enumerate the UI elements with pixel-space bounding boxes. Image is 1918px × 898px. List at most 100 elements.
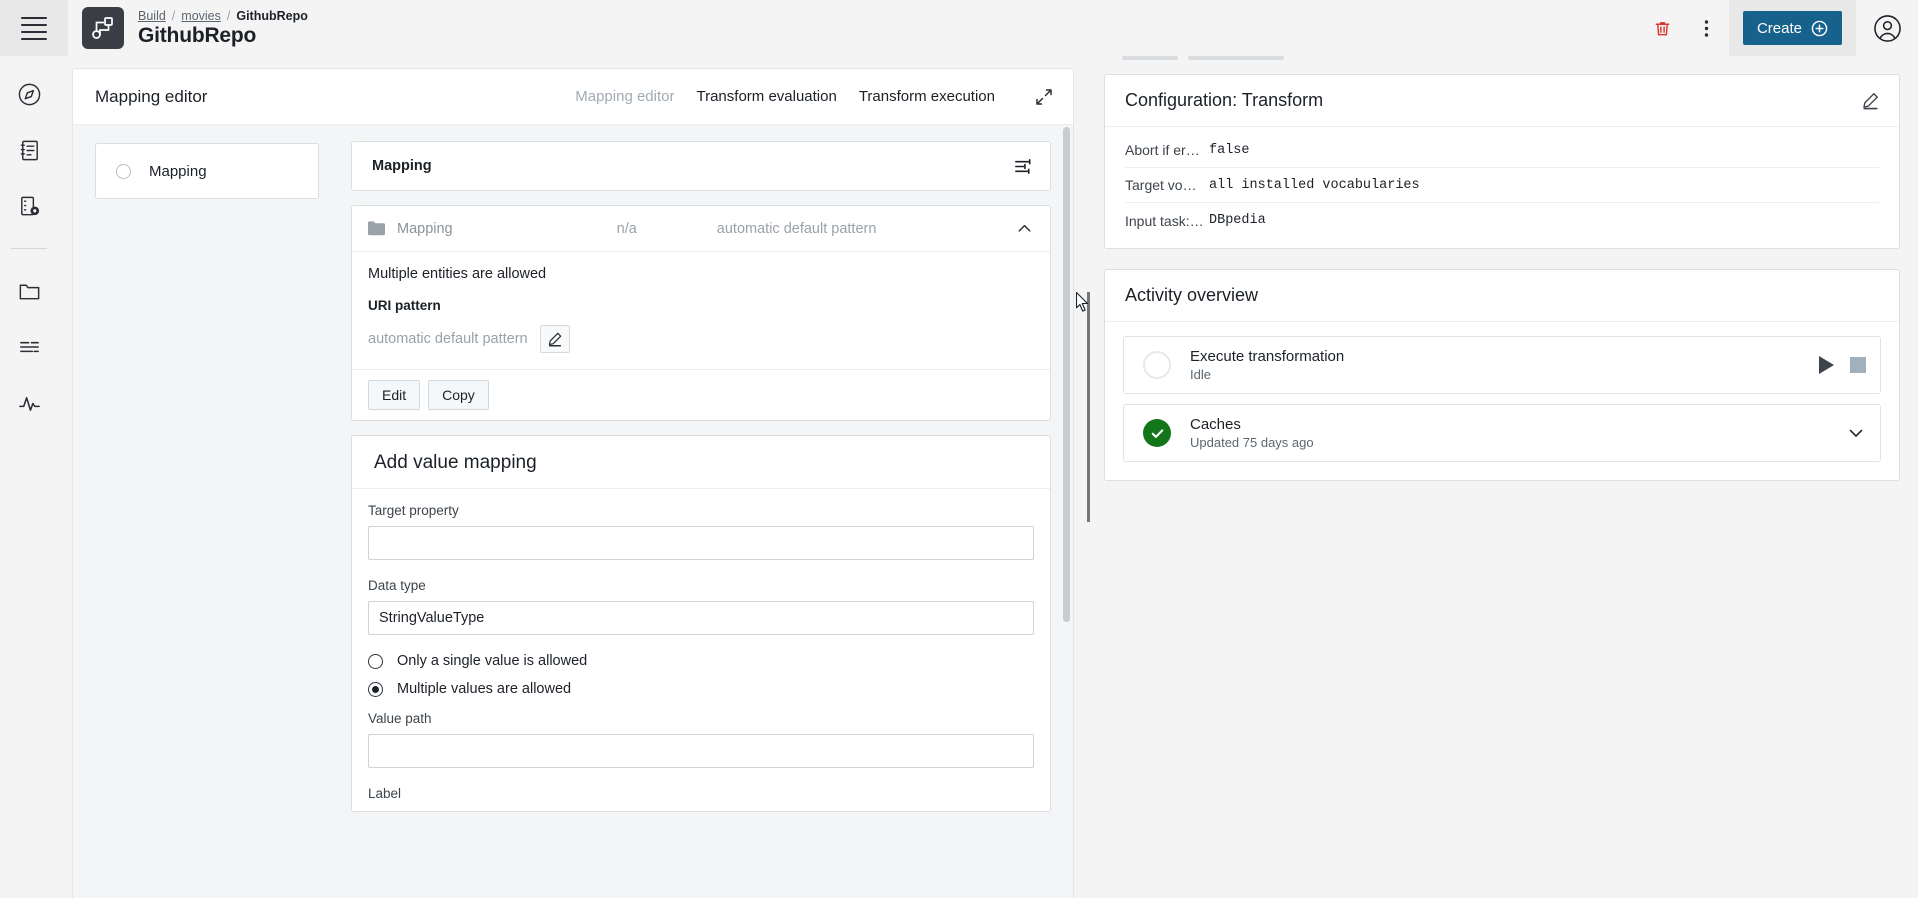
more-options-button[interactable]	[1685, 6, 1729, 50]
breadcrumb-item-movies[interactable]: movies	[181, 9, 221, 23]
transform-lines-icon	[17, 335, 42, 360]
config-row: Input task:… DBpedia	[1125, 203, 1879, 238]
brand-block: Build / movies / GithubRepo GithubRepo	[68, 7, 308, 49]
kebab-menu-icon	[1704, 19, 1709, 38]
edit-button[interactable]: Edit	[368, 380, 420, 410]
label-field-label: Label	[368, 786, 1034, 801]
pencil-icon	[547, 331, 563, 347]
sidebar-item-dataset-preview[interactable]	[9, 186, 49, 226]
server-view-icon	[17, 194, 42, 219]
data-type-input[interactable]	[368, 601, 1034, 635]
delete-button[interactable]	[1641, 6, 1685, 50]
radio-single-value[interactable]: Only a single value is allowed	[368, 653, 1034, 669]
create-zone: Create	[1729, 0, 1856, 56]
data-type-label: Data type	[368, 578, 1034, 593]
configuration-card: Configuration: Transform Abort if er… fa…	[1104, 74, 1900, 249]
mapping-panel: Mapping	[351, 141, 1051, 191]
user-menu-button[interactable]	[1856, 0, 1918, 56]
mapping-editor-header: Mapping editor Mapping editor Transform …	[73, 69, 1073, 125]
radio-single-value-control[interactable]	[368, 654, 383, 669]
activity-overview-title: Activity overview	[1125, 285, 1258, 306]
mapping-rule-pattern: automatic default pattern	[717, 221, 877, 237]
activity-name: Execute transformation	[1190, 348, 1344, 365]
edit-uri-pattern-button[interactable]	[540, 325, 570, 353]
tab-mapping-editor[interactable]: Mapping editor	[575, 88, 674, 105]
create-button-label: Create	[1757, 20, 1802, 37]
mapping-rule-panel: Mapping n/a automatic default pattern Mu…	[351, 205, 1051, 421]
expand-editor-button[interactable]	[1031, 84, 1057, 110]
ghost-button[interactable]	[1188, 56, 1284, 60]
notebook-list-icon	[17, 138, 42, 163]
mapping-editor-card: Mapping editor Mapping editor Transform …	[72, 68, 1074, 898]
radio-multiple-values[interactable]: Multiple values are allowed	[368, 681, 1034, 697]
mapping-settings-button[interactable]	[1013, 156, 1034, 177]
editor-vertical-scrollbar[interactable]	[1063, 127, 1070, 622]
value-path-label: Value path	[368, 711, 1034, 726]
graph-node-logo-icon[interactable]	[82, 7, 124, 49]
collapse-rule-button[interactable]	[1015, 219, 1034, 238]
config-row: Abort if er… false	[1125, 133, 1879, 168]
tab-transform-evaluation[interactable]: Transform evaluation	[696, 88, 836, 105]
uri-pattern-value: automatic default pattern	[368, 331, 528, 347]
edit-configuration-button[interactable]	[1855, 86, 1885, 116]
left-navigation-rail	[0, 56, 58, 898]
copy-button[interactable]: Copy	[428, 380, 489, 410]
stop-icon[interactable]	[1850, 357, 1866, 373]
create-button[interactable]: Create	[1743, 11, 1842, 45]
uri-pattern-row: automatic default pattern	[368, 325, 1030, 353]
mapping-rule-name: Mapping	[397, 221, 453, 237]
mapping-panel-header: Mapping	[352, 142, 1050, 190]
menu-toggle-button[interactable]	[0, 0, 68, 56]
radio-multiple-values-control[interactable]	[368, 682, 383, 697]
sidebar-item-projects[interactable]	[9, 271, 49, 311]
breadcrumb-item-build[interactable]: Build	[138, 9, 166, 23]
config-key: Input task:…	[1125, 213, 1209, 229]
radio-multiple-values-label: Multiple values are allowed	[397, 681, 571, 697]
sidebar-item-explore[interactable]	[9, 74, 49, 114]
expand-caches-button[interactable]	[1846, 423, 1866, 443]
activity-status-text: Updated 75 days ago	[1190, 435, 1314, 450]
value-path-input[interactable]	[368, 734, 1034, 768]
mapping-rule-header[interactable]: Mapping n/a automatic default pattern	[352, 206, 1050, 252]
config-value: DBpedia	[1209, 213, 1266, 228]
mapping-detail-pane: Mapping	[335, 125, 1073, 898]
rail-divider	[11, 248, 47, 249]
activity-controls	[1846, 423, 1866, 443]
config-value: all installed vocabularies	[1209, 178, 1420, 193]
tab-transform-execution[interactable]: Transform execution	[859, 88, 995, 105]
mapping-editor-title: Mapping editor	[95, 87, 207, 107]
mapping-panel-title: Mapping	[372, 158, 432, 174]
play-icon[interactable]	[1819, 356, 1834, 374]
config-key: Target vo…	[1125, 177, 1209, 193]
mapping-tree-pane: Mapping	[73, 125, 335, 898]
user-avatar-icon	[1873, 14, 1902, 43]
activity-item-caches[interactable]: Caches Updated 75 days ago	[1123, 404, 1881, 462]
ghost-button[interactable]	[1122, 56, 1178, 60]
sliders-icon	[1013, 156, 1034, 177]
tree-node-label: Mapping	[149, 163, 207, 180]
entity-cardinality-text: Multiple entities are allowed	[368, 266, 1030, 282]
chevron-down-icon	[1846, 423, 1866, 443]
target-property-input[interactable]	[368, 526, 1034, 560]
app-root: Build / movies / GithubRepo GithubRepo	[0, 0, 1918, 898]
activity-status-indicator	[1142, 418, 1172, 448]
breadcrumb-separator: /	[227, 9, 230, 23]
activity-status-indicator	[1142, 350, 1172, 380]
mouse-cursor	[1076, 292, 1090, 318]
expand-diagonal-icon	[1034, 87, 1054, 107]
hamburger-icon	[21, 17, 47, 40]
add-value-mapping-header: Add value mapping	[352, 436, 1050, 489]
config-value: false	[1209, 143, 1250, 158]
tree-node-mapping[interactable]: Mapping	[95, 143, 319, 199]
folder-filled-icon	[368, 221, 385, 236]
scrolled-off-buttons	[1104, 56, 1900, 60]
add-value-mapping-heading: Add value mapping	[374, 452, 1030, 474]
breadcrumb-item-current: GithubRepo	[236, 9, 308, 23]
tree-node-radio[interactable]	[116, 164, 131, 179]
compass-explore-icon	[17, 82, 42, 107]
activity-name: Caches	[1190, 416, 1314, 433]
sidebar-item-workspace[interactable]	[9, 130, 49, 170]
sidebar-item-activities[interactable]	[9, 383, 49, 423]
activity-item-execute-transformation[interactable]: Execute transformation Idle	[1123, 336, 1881, 394]
sidebar-item-transform[interactable]	[9, 327, 49, 367]
